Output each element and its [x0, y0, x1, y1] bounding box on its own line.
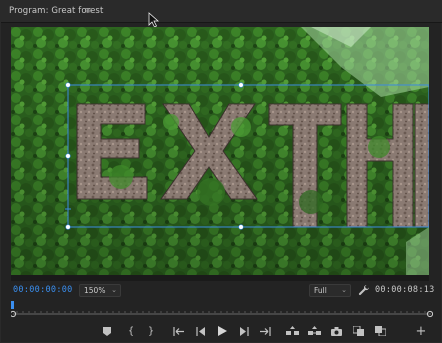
extract-icon — [307, 326, 321, 335]
lift-icon — [285, 326, 299, 335]
mark-out-icon: } — [147, 325, 155, 337]
chevron-down-icon: ⌄ — [341, 286, 347, 294]
extract-button[interactable] — [306, 323, 322, 339]
zoom-level-select[interactable]: 150% ⌄ — [79, 284, 121, 297]
go-to-in-button[interactable] — [171, 323, 187, 339]
overwrite-button[interactable] — [372, 323, 388, 339]
duration-timecode: 00:00:08:13 — [375, 285, 435, 295]
go-to-out-icon — [260, 326, 271, 336]
step-forward-icon — [240, 326, 249, 336]
lift-button[interactable] — [284, 323, 300, 339]
play-icon — [217, 326, 227, 336]
resolution-value: Full — [314, 286, 327, 295]
go-to-in-icon — [173, 326, 184, 336]
overwrite-icon — [374, 326, 386, 336]
add-marker-button[interactable] — [99, 323, 115, 339]
mouse-cursor-icon — [148, 12, 160, 28]
video-preview[interactable] — [11, 27, 429, 275]
step-back-button[interactable] — [193, 323, 209, 339]
time-ruler[interactable] — [11, 301, 433, 319]
playback-resolution-select[interactable]: Full ⌄ — [309, 284, 351, 297]
insert-icon — [352, 326, 364, 336]
step-forward-button[interactable] — [236, 323, 252, 339]
wrench-icon[interactable] — [358, 284, 370, 296]
panel-menu-icon[interactable]: ≡ — [84, 6, 92, 16]
zoom-level-value: 150% — [84, 286, 106, 295]
monitor-controls-row: 00:00:00:00 150% ⌄ Full ⌄ 00:00:08:13 — [1, 282, 442, 300]
current-timecode[interactable]: 00:00:00:00 — [13, 285, 73, 295]
viewer-scroll-track[interactable] — [11, 275, 429, 281]
transport-controls: { } + — [1, 321, 442, 341]
go-to-out-button[interactable] — [257, 323, 273, 339]
panel-header: Program: Great forest ≡ — [1, 1, 442, 23]
program-monitor-panel: Program: Great forest ≡ 00:00:00:00 150%… — [0, 0, 442, 343]
chevron-down-icon: ⌄ — [111, 286, 117, 294]
export-frame-button[interactable] — [328, 323, 344, 339]
camera-icon — [330, 326, 342, 336]
mark-in-icon: { — [127, 325, 135, 337]
step-back-icon — [196, 326, 205, 336]
insert-button[interactable] — [350, 323, 366, 339]
play-button[interactable] — [214, 323, 230, 339]
button-editor-button[interactable]: + — [413, 323, 429, 339]
plus-icon: + — [415, 323, 427, 339]
marker-icon — [103, 326, 111, 336]
mark-in-button[interactable]: { — [123, 323, 139, 339]
mark-out-button[interactable]: } — [143, 323, 159, 339]
